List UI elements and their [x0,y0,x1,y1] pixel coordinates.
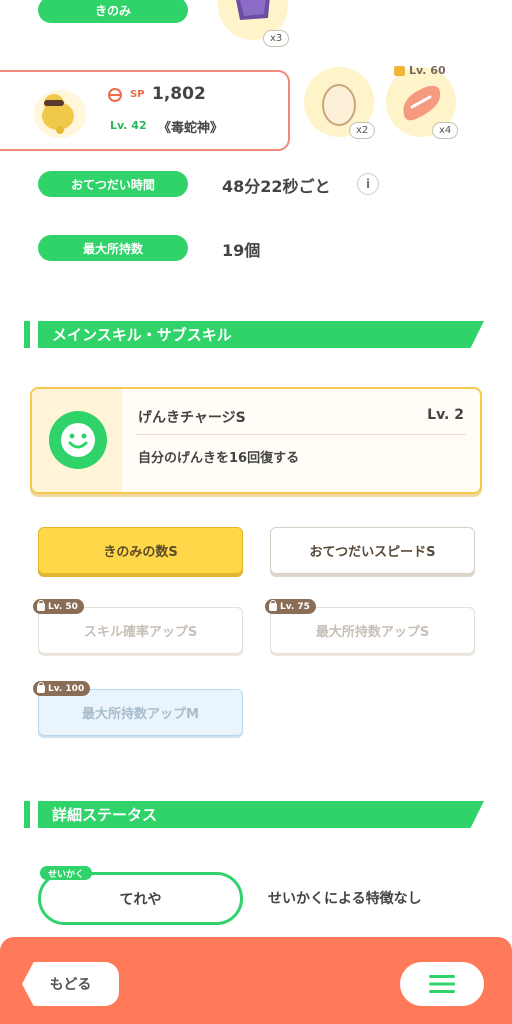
main-skill-description: 自分のげんきを16回復する [138,451,300,466]
sp-label: SP [130,89,145,100]
main-skill-level: Lv. 2 [427,407,464,423]
max-carry-value: 19個 [222,241,261,260]
divider [136,434,466,435]
main-skill-name: げんきチャージS [138,410,246,426]
lock-icon [37,599,45,611]
pokemon-avatar [28,82,92,142]
pokeball-icon [108,88,122,102]
sausage-qty: x4 [432,122,459,139]
nature-tag: せいかく [40,866,93,880]
details-section-title: 詳細ステータス [52,806,158,824]
skills-section-header: メインスキル・サブスキル [24,321,484,348]
sub-skill-3-button[interactable]: スキル確率アップS [38,607,243,654]
pokemon-level: Lv. 42 [110,119,147,132]
info-icon[interactable]: i [357,173,379,195]
back-button[interactable]: もどる [22,962,119,1006]
sausage-lock: Lv. 60 [394,64,446,77]
sub-skill-1-button[interactable]: きのみの数S [38,527,243,574]
egg-qty: x2 [349,122,376,139]
sub-skill-3-lock: Lv. 50 [33,599,84,614]
lock-icon [269,599,277,611]
pokemon-title: 《毒蛇神》 [158,121,224,136]
sub-skill-2-button[interactable]: おてつだいスピードS [270,527,475,574]
skills-section-title: メインスキル・サブスキル [52,326,232,344]
nature-effect: せいかくによる特徴なし [268,891,422,907]
lock-icon [37,681,45,693]
lock-icon [394,65,405,76]
sub-skill-5-lock: Lv. 100 [33,681,91,696]
berry-qty: x3 [263,30,290,47]
max-carry-label: 最大所持数 [38,235,188,261]
smile-icon [49,411,107,469]
sub-skill-4-lock: Lv. 75 [265,599,316,614]
sp-value: 1,802 [152,84,206,104]
main-skill-card[interactable]: げんきチャージS Lv. 2 自分のげんきを16回復する [30,387,482,494]
help-time-label: おてつだい時間 [38,171,188,197]
menu-icon [429,975,455,993]
pokemon-card[interactable]: SP 1,802 Lv. 42 《毒蛇神》 [0,70,290,151]
menu-button[interactable] [400,962,484,1006]
sub-skill-5-button[interactable]: 最大所持数アップM [38,689,243,736]
sub-skill-4-button[interactable]: 最大所持数アップS [270,607,475,654]
help-time-value: 48分22秒ごと [222,177,331,196]
details-section-header: 詳細ステータス [24,801,484,828]
ingredients-label: きのみ [38,0,188,23]
